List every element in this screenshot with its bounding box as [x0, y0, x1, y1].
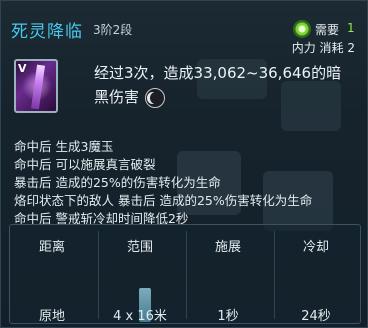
stat-value-cast: 1秒 — [217, 309, 239, 324]
description-line-2: 黑伤害 — [94, 88, 140, 106]
stat-value-range: 原地 — [38, 309, 65, 324]
effect-item: 命中后 可以施展真言破裂 — [14, 157, 156, 172]
skill-icon-badge: V — [18, 62, 27, 75]
effect-item: 烙印状态下的敌人 暴击后 造成的25%伤害转化为生命 — [14, 193, 313, 208]
skill-name: 死灵降临 — [11, 22, 83, 42]
stat-header-cast: 施展 — [214, 240, 241, 255]
dark-moon-icon — [145, 87, 166, 108]
skill-stats-table: 距离 范围 施展 冷却 原地 4 x 16米 1秒 24秒 — [9, 224, 361, 324]
internal-energy-cost: 内力 消耗 2 — [291, 41, 355, 55]
stat-header-cooldown: 冷却 — [302, 240, 329, 255]
effects-list: 命中后 生成3魔玉 命中后 可以施展真言破裂 暴击后 造成的25%的伤害转化为生… — [14, 138, 312, 228]
skill-tooltip: 死灵降临 3阶2段 需要 1 内力 消耗 2 V 经过3次，造成33,062~3… — [0, 0, 368, 328]
skill-icon: V — [14, 59, 58, 113]
skill-description: 经过3次，造成33,062~36,646的暗 黑伤害 — [94, 61, 364, 109]
tooltip-header: 死灵降临 3阶2段 需要 1 内力 消耗 2 — [1, 1, 367, 57]
effect-item: 命中后 生成3魔玉 — [14, 139, 114, 154]
skill-stage: 3阶2段 — [93, 23, 133, 37]
need-value: 1 — [347, 21, 355, 35]
description-line-1: 经过3次，造成33,062~36,646的暗 — [94, 64, 342, 82]
energy-orb-icon — [293, 20, 311, 38]
stat-header-range: 距离 — [38, 240, 65, 255]
stat-value-area: 4 x 16米 — [113, 309, 167, 324]
stat-value-cooldown: 24秒 — [301, 309, 331, 324]
need-label: 需要 — [315, 23, 340, 37]
stat-header-area: 范围 — [126, 240, 153, 255]
effect-item: 暴击后 造成的25%的伤害转化为生命 — [14, 175, 221, 190]
